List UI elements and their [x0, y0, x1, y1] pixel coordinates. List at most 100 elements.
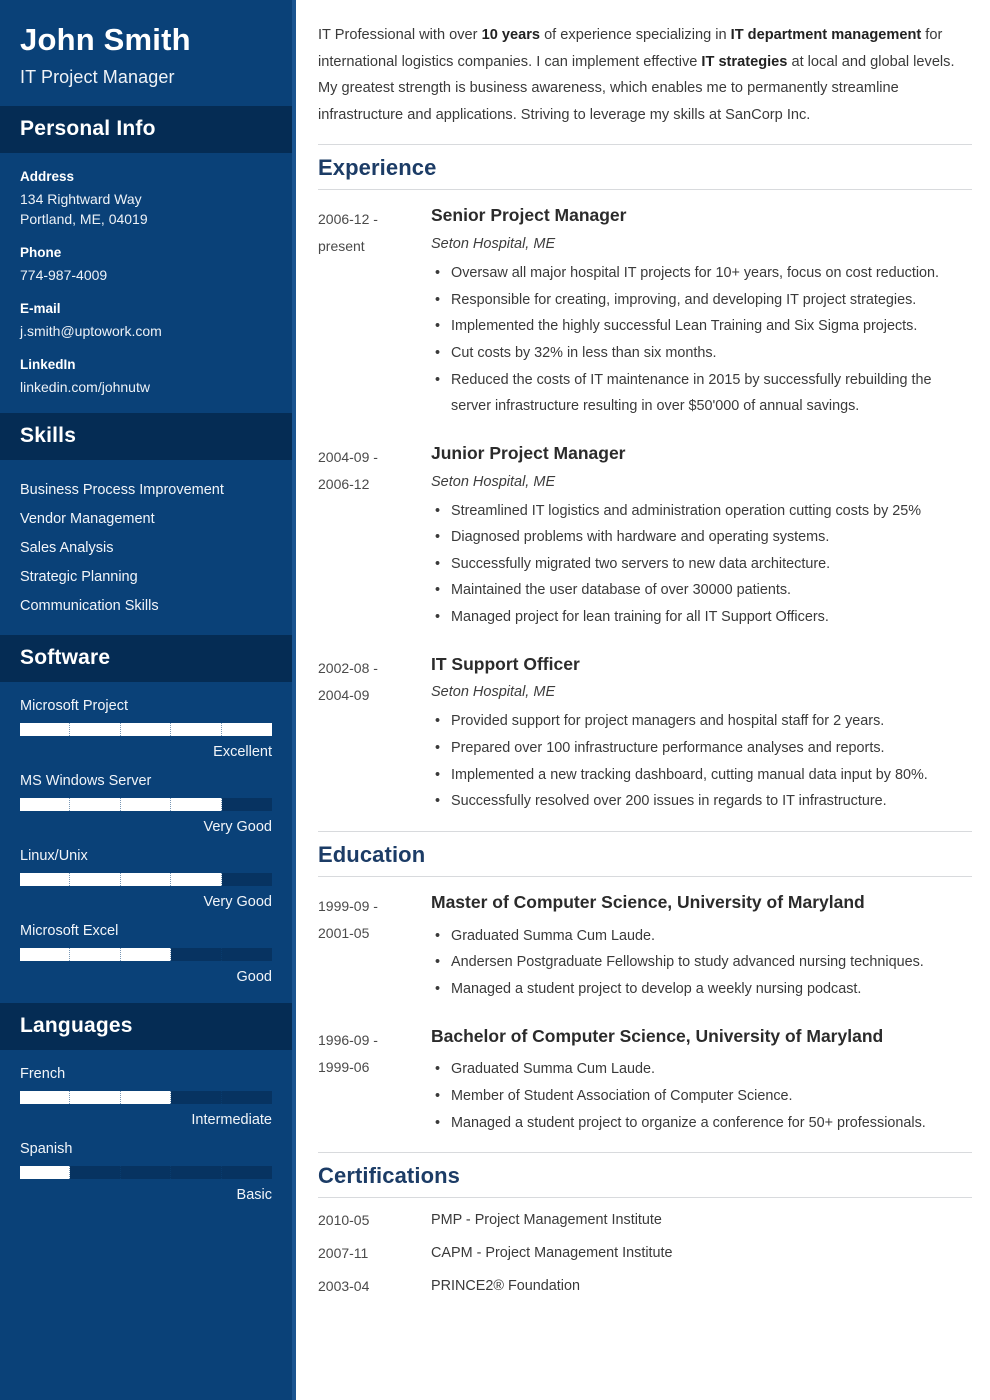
software-item-level: Good	[236, 969, 272, 986]
personal-info-group: Address 134 Rightward Way Portland, ME, 04…	[20, 169, 272, 230]
entry: 2006-12 - present Senior Project Manager Se…	[318, 204, 972, 420]
bar-segment	[20, 798, 71, 812]
software-item-bar-ticks	[20, 723, 272, 737]
software-item: MS Windows Server Very Good	[20, 773, 272, 835]
personal-info-label: E-mail	[20, 300, 61, 316]
personal-info-value: 134 Rightward Way Portland, ME, 04019	[20, 190, 148, 228]
summary-text-1: IT Professional with over	[318, 27, 482, 43]
software-item-name: Microsoft Excel	[20, 923, 119, 940]
entry-bullet: Managed project for lean training for al…	[431, 604, 972, 631]
skills-heading: Skills	[20, 424, 77, 448]
certifications-heading: Certifications	[318, 1163, 460, 1189]
summary-highlight-years: 10 years	[481, 27, 541, 43]
section-title-education-wrap: Education	[318, 831, 972, 878]
entry-subtitle: Seton Hospital, ME	[431, 473, 556, 490]
bar-segment	[70, 798, 121, 812]
software-item: Microsoft Project Excellent	[20, 698, 272, 760]
summary-highlight-management: IT department management	[730, 27, 922, 43]
personal-info-value: j.smith@uptowork.com	[20, 322, 162, 339]
skill-item: Business Process Improvement	[20, 482, 224, 499]
education-heading: Education	[318, 842, 426, 868]
sidebar-header: John Smith IT Project Manager	[0, 0, 292, 106]
languages-heading: Languages	[20, 1014, 133, 1038]
summary-highlight-strategies: IT strategies	[701, 53, 788, 70]
entry-bullet: Provided support for project managers an…	[431, 708, 972, 735]
bar-segment	[222, 723, 272, 736]
bar-segment	[222, 1091, 272, 1104]
entry-bullets: Provided support for project managers an…	[431, 708, 972, 815]
certification-text: CAPM - Project Management Institute	[431, 1245, 673, 1262]
bar-segment	[70, 723, 121, 737]
section-header-personal-info: Personal Info	[0, 105, 292, 153]
section-title-experience-wrap: Experience	[318, 144, 972, 191]
personal-info-label: Phone	[20, 245, 62, 261]
professional-summary: IT Professional with over 10 years of ex…	[318, 22, 972, 128]
entry-bullet: Andersen Postgraduate Fellowship to stud…	[431, 949, 972, 976]
entry: 1996-09 -1999-06 Bachelor of Computer Sci…	[318, 1025, 972, 1137]
personal-info-value: linkedin.com/johnutw	[20, 378, 150, 395]
personal-info-group: Phone 774-987-4009	[20, 245, 272, 286]
software-heading: Software	[20, 646, 111, 670]
entry: 1999-09 -2001-05 Master of Computer Scien…	[318, 891, 972, 1003]
certification-date: 2010-05	[318, 1212, 370, 1229]
section-header-software: Software	[0, 635, 292, 683]
bar-segment	[222, 873, 272, 886]
entry-date: 2002-08 -2004-09	[318, 659, 378, 704]
certifications-list: 2010-05 PMP - Project Management Institut…	[318, 1212, 972, 1294]
language-item-level: Intermediate	[191, 1112, 272, 1129]
language-item-bar	[20, 1091, 272, 1105]
software-item: Microsoft Excel Good	[20, 923, 272, 985]
bar-segment	[121, 798, 172, 812]
bar-segment	[70, 948, 121, 962]
entry-bullets: Graduated Summa Cum Laude.Andersen Postg…	[431, 923, 972, 1003]
software-item-bar	[20, 873, 272, 887]
entry-bullet: Graduated Summa Cum Laude.	[431, 923, 972, 950]
entry-bullets: Graduated Summa Cum Laude.Member of Stud…	[431, 1056, 972, 1136]
bar-segment	[20, 1166, 71, 1180]
section-header-skills: Skills	[0, 413, 292, 461]
entry-date: 1996-09 -1999-06	[318, 1031, 378, 1076]
sidebar: John Smith IT Project Manager Personal I…	[0, 0, 296, 1400]
software-item-name: Microsoft Project	[20, 698, 128, 715]
skill-item: Vendor Management	[20, 511, 155, 528]
candidate-name: John Smith	[20, 22, 191, 57]
entry-bullets: Streamlined IT logistics and administrat…	[431, 498, 972, 631]
experience-list: 2006-12 - present Senior Project Manager Se…	[318, 204, 972, 815]
entry-date: 2006-12 - present	[318, 211, 378, 255]
bar-segment	[121, 873, 172, 887]
entry-body: Bachelor of Computer Science, University…	[431, 1025, 972, 1137]
software-item-level: Very Good	[203, 819, 272, 836]
entry-bullet: Maintained the user database of over 300…	[431, 577, 972, 604]
language-item-level: Basic	[236, 1187, 272, 1204]
bar-segment	[171, 1166, 222, 1180]
main-content: IT Professional with over 10 years of ex…	[296, 0, 990, 1400]
bar-segment	[171, 723, 222, 737]
skill-item: Communication Skills	[20, 598, 159, 615]
entry-date: 2004-09 -2006-12	[318, 448, 378, 493]
entry-body: Senior Project Manager Seton Hospital, ME…	[431, 204, 972, 420]
entry-bullet: Successfully migrated two servers to new…	[431, 551, 972, 578]
entry-bullet: Reduced the costs of IT maintenance in 2…	[431, 367, 972, 420]
certification-date: 2003-04	[318, 1278, 370, 1295]
certification-row: 2003-04 PRINCE2® Foundation	[318, 1278, 972, 1294]
software-item-name: Linux/Unix	[20, 848, 88, 865]
entry-title: IT Support Officer	[431, 653, 580, 674]
entry-body: IT Support Officer Seton Hospital, ME Prov…	[431, 653, 972, 815]
entry-title: Junior Project Manager	[431, 442, 626, 463]
entry-body: Master of Computer Science, University o…	[431, 891, 972, 1003]
entry-bullets: Oversaw all major hospital IT projects f…	[431, 260, 972, 420]
entry-date: 1999-09 -2001-05	[318, 898, 378, 942]
personal-info-body: Address 134 Rightward Way Portland, ME, 04…	[0, 153, 292, 414]
skills-body: Business Process Improvement Vendor Manag…	[0, 460, 292, 635]
summary-text-2: of experience specializing in	[540, 27, 731, 43]
personal-info-group: LinkedIn linkedin.com/johnutw	[20, 357, 272, 398]
bar-segment	[222, 1166, 272, 1179]
bar-segment	[20, 873, 71, 887]
bar-segment	[20, 723, 71, 737]
language-item: French Intermediate	[20, 1066, 272, 1128]
language-item-name: French	[20, 1066, 66, 1083]
skill-item: Strategic Planning	[20, 569, 138, 586]
entry-bullet: Implemented the highly successful Lean T…	[431, 313, 972, 340]
experience-heading: Experience	[318, 155, 437, 181]
certification-text: PRINCE2® Foundation	[431, 1278, 580, 1295]
